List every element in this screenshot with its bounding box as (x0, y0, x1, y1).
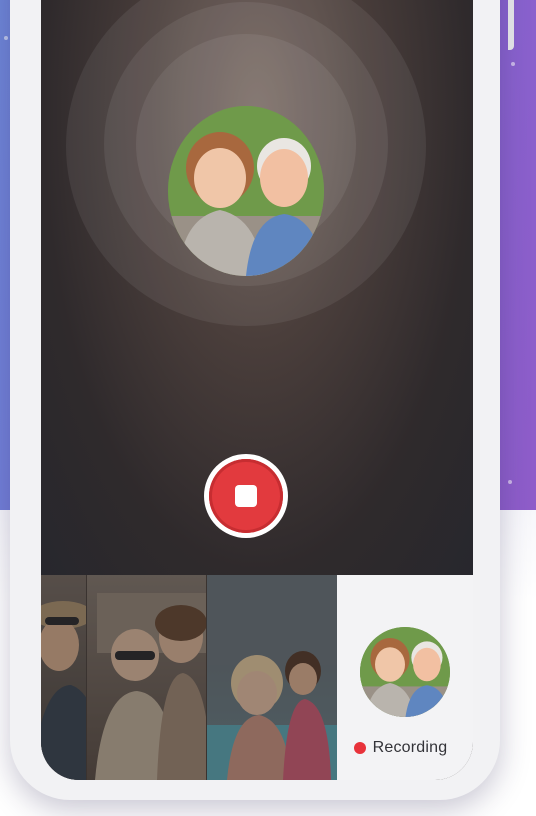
sparkle-decoration (508, 480, 512, 484)
record-button-face (209, 459, 283, 533)
video-call-view (41, 0, 473, 575)
recording-contact-avatar (359, 627, 450, 717)
recording-status-label: Recording (372, 739, 448, 756)
stop-recording-button[interactable] (204, 454, 288, 538)
recording-status: Recording (353, 739, 448, 757)
thumbnail-overlay (41, 575, 86, 780)
phone-side-button (508, 0, 514, 50)
phone-frame: Recording (10, 0, 514, 800)
sparkle-decoration (511, 62, 515, 66)
couple-photo-image (168, 106, 324, 276)
thumbnail-video-1[interactable] (41, 575, 86, 780)
thumbnail-video-3[interactable] (206, 575, 337, 780)
thumbnail-current-recording[interactable]: Recording (336, 575, 473, 780)
thumbnail-video-2[interactable] (85, 575, 207, 780)
stop-icon (235, 485, 257, 507)
contact-avatar-photo (168, 106, 324, 276)
sparkle-decoration (4, 36, 8, 40)
thumbnail-strip: Recording (41, 575, 473, 780)
thumbnail-overlay (207, 575, 337, 780)
phone-screen: Recording (41, 0, 473, 780)
thumbnail-overlay (86, 575, 207, 780)
record-dot-icon (353, 742, 366, 754)
couple-photo-image (359, 627, 450, 717)
